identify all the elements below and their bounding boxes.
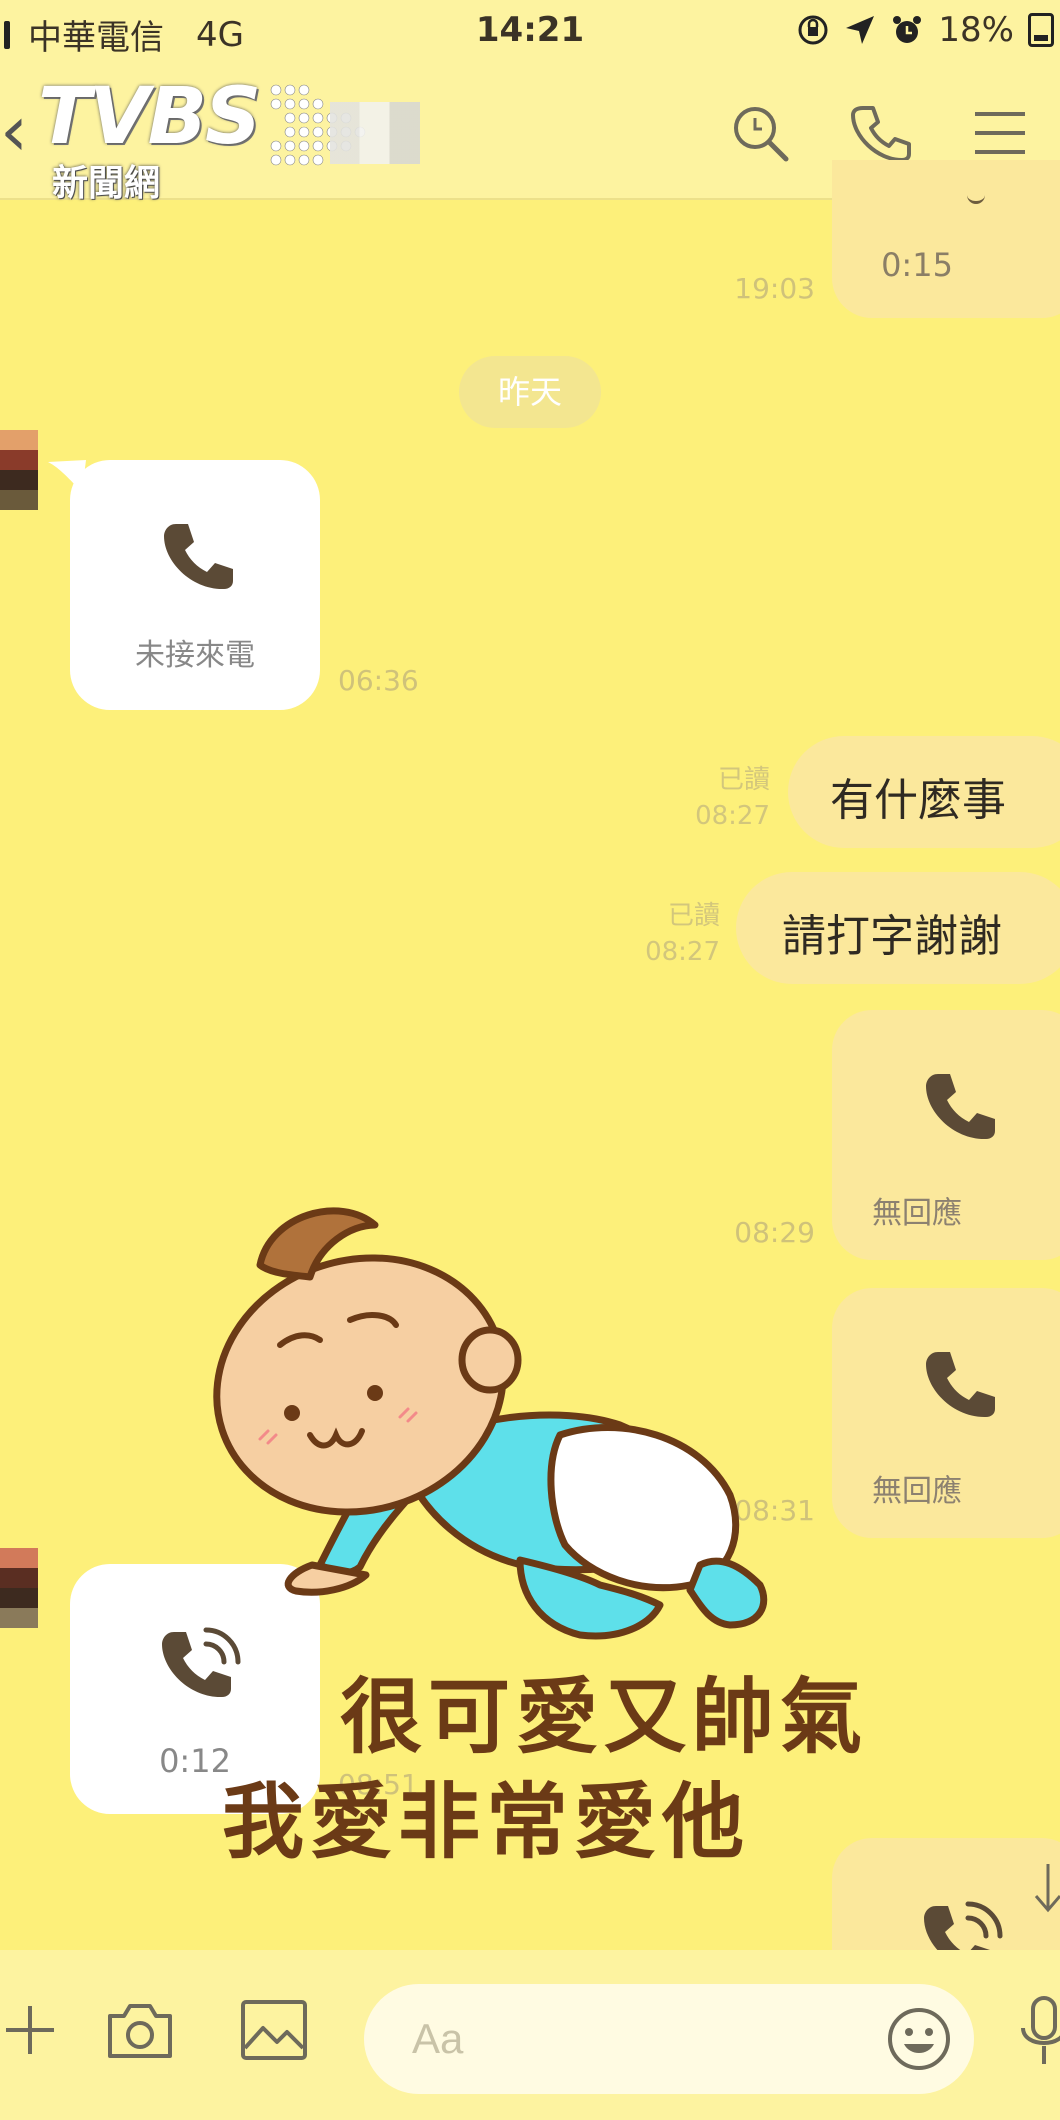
message-text: 請打字謝謝	[782, 911, 1002, 962]
scroll-down-arrow-icon[interactable]	[1030, 1860, 1060, 1916]
message-composer-bar	[0, 1950, 1060, 2120]
read-receipt: 已讀 08:27	[660, 762, 770, 834]
battery-icon	[1028, 13, 1054, 47]
read-receipt: 已讀 08:27	[610, 898, 720, 970]
message-time: 06:36	[338, 664, 419, 697]
gallery-button[interactable]	[234, 1990, 314, 2070]
status-right: 18%	[796, 10, 1054, 50]
add-button[interactable]	[0, 1990, 70, 2070]
tvbs-watermark-logo: TVBS 新聞網	[38, 72, 366, 204]
phone-icon-partial	[967, 190, 985, 204]
search-button[interactable]	[700, 66, 820, 200]
missed-call-label: 未接來電	[135, 638, 255, 673]
image-icon	[241, 2000, 307, 2060]
microphone-icon	[1021, 1996, 1060, 2064]
phone-icon	[926, 1074, 995, 1140]
message-text: 有什麼事	[830, 775, 1006, 826]
camera-icon	[108, 2004, 172, 2058]
menu-icon	[975, 112, 1025, 154]
missed-call-bubble[interactable]: 未接來電	[70, 460, 320, 710]
watermark-title: TVBS	[38, 72, 261, 162]
contact-avatar[interactable]	[0, 430, 38, 510]
message-time: 08:27	[645, 937, 720, 967]
outgoing-call-bubble[interactable]: 0:15	[832, 160, 1060, 318]
call-duration: 0:15	[881, 246, 953, 284]
text-message-bubble[interactable]: 有什麼事	[788, 736, 1060, 848]
emoji-icon[interactable]	[886, 2006, 952, 2072]
phone-icon	[164, 524, 233, 590]
alarm-icon	[893, 16, 922, 43]
watermark-subtitle: 新聞網	[52, 163, 161, 204]
read-label: 已讀	[667, 901, 720, 931]
camera-button[interactable]	[100, 1990, 180, 2070]
contact-avatar[interactable]	[0, 1548, 38, 1628]
read-label: 已讀	[717, 765, 770, 795]
baby-illustration	[213, 1207, 768, 1640]
voice-button[interactable]	[1004, 1990, 1060, 2070]
location-icon	[846, 16, 875, 44]
battery-percent: 18%	[938, 10, 1014, 50]
baby-sticker[interactable]: 很可愛又帥氣 我愛非常愛他	[200, 1195, 960, 1915]
orientation-lock-icon	[798, 15, 828, 45]
date-separator: 昨天	[459, 356, 601, 428]
plus-icon	[6, 2006, 54, 2054]
contact-name-blurred[interactable]	[330, 102, 420, 164]
sticker-text-line1: 很可愛又帥氣	[340, 1670, 869, 1765]
search-icon	[734, 107, 789, 162]
message-input[interactable]	[412, 2006, 832, 2072]
message-time: 19:03	[734, 272, 815, 305]
back-chevron-icon[interactable]: ‹	[0, 96, 28, 166]
sticker-text-line2: 我愛非常愛他	[222, 1775, 751, 1870]
phone-icon	[851, 106, 911, 162]
message-input-container	[364, 1984, 974, 2094]
text-message-bubble[interactable]: 請打字謝謝	[736, 872, 1060, 984]
message-time: 08:27	[695, 801, 770, 831]
status-bar: 中華電信 4G 14:21 18%	[0, 0, 1060, 66]
